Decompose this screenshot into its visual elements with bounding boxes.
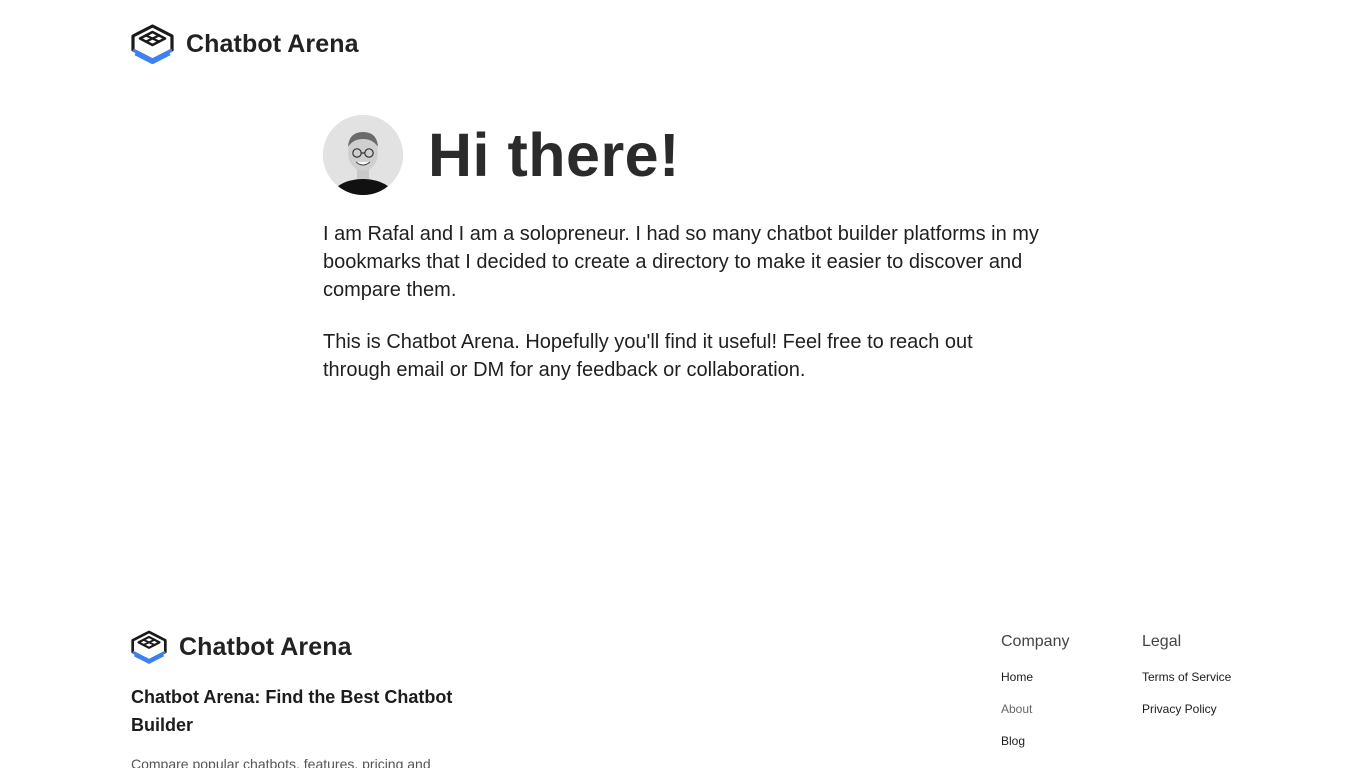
footer-tagline: Chatbot Arena: Find the Best Chatbot Bui… xyxy=(131,687,453,735)
footer-company-column: Company Home About Blog xyxy=(1001,632,1069,765)
avatar xyxy=(323,115,403,195)
footer-description: Compare popular chatbots, features, pric… xyxy=(131,756,431,768)
intro-paragraph: I am Rafal and I am a solopreneur. I had… xyxy=(323,223,1039,301)
ring-cube-logo-icon xyxy=(131,630,167,664)
footer-legal-heading: Legal xyxy=(1142,633,1182,650)
page-title: Hi there! xyxy=(428,120,680,189)
footer-brand-link[interactable]: Chatbot Arena xyxy=(131,630,352,664)
footer-link-about[interactable]: About xyxy=(1001,701,1069,717)
footer-link-home[interactable]: Home xyxy=(1001,669,1069,685)
header-brand-link[interactable]: Chatbot Arena xyxy=(131,24,359,64)
hero-title-row: Hi there! xyxy=(323,115,1043,195)
footer-link-terms[interactable]: Terms of Service xyxy=(1142,669,1231,685)
footer-brand-name: Chatbot Arena xyxy=(179,632,352,661)
footer-link-privacy[interactable]: Privacy Policy xyxy=(1142,701,1231,717)
footer-link-blog[interactable]: Blog xyxy=(1001,733,1069,749)
about-page: Chatbot Arena Hi there! I am Rafal and I… xyxy=(0,0,1366,768)
footer-company-heading: Company xyxy=(1001,633,1070,650)
about-section: Hi there! I am Rafal and I am a solopren… xyxy=(323,115,1043,384)
ring-cube-logo-icon xyxy=(131,24,174,64)
footer-legal-column: Legal Terms of Service Privacy Policy xyxy=(1142,632,1231,733)
intro-paragraph-2: This is Chatbot Arena. Hopefully you'll … xyxy=(323,331,973,381)
brand-name: Chatbot Arena xyxy=(186,29,359,58)
